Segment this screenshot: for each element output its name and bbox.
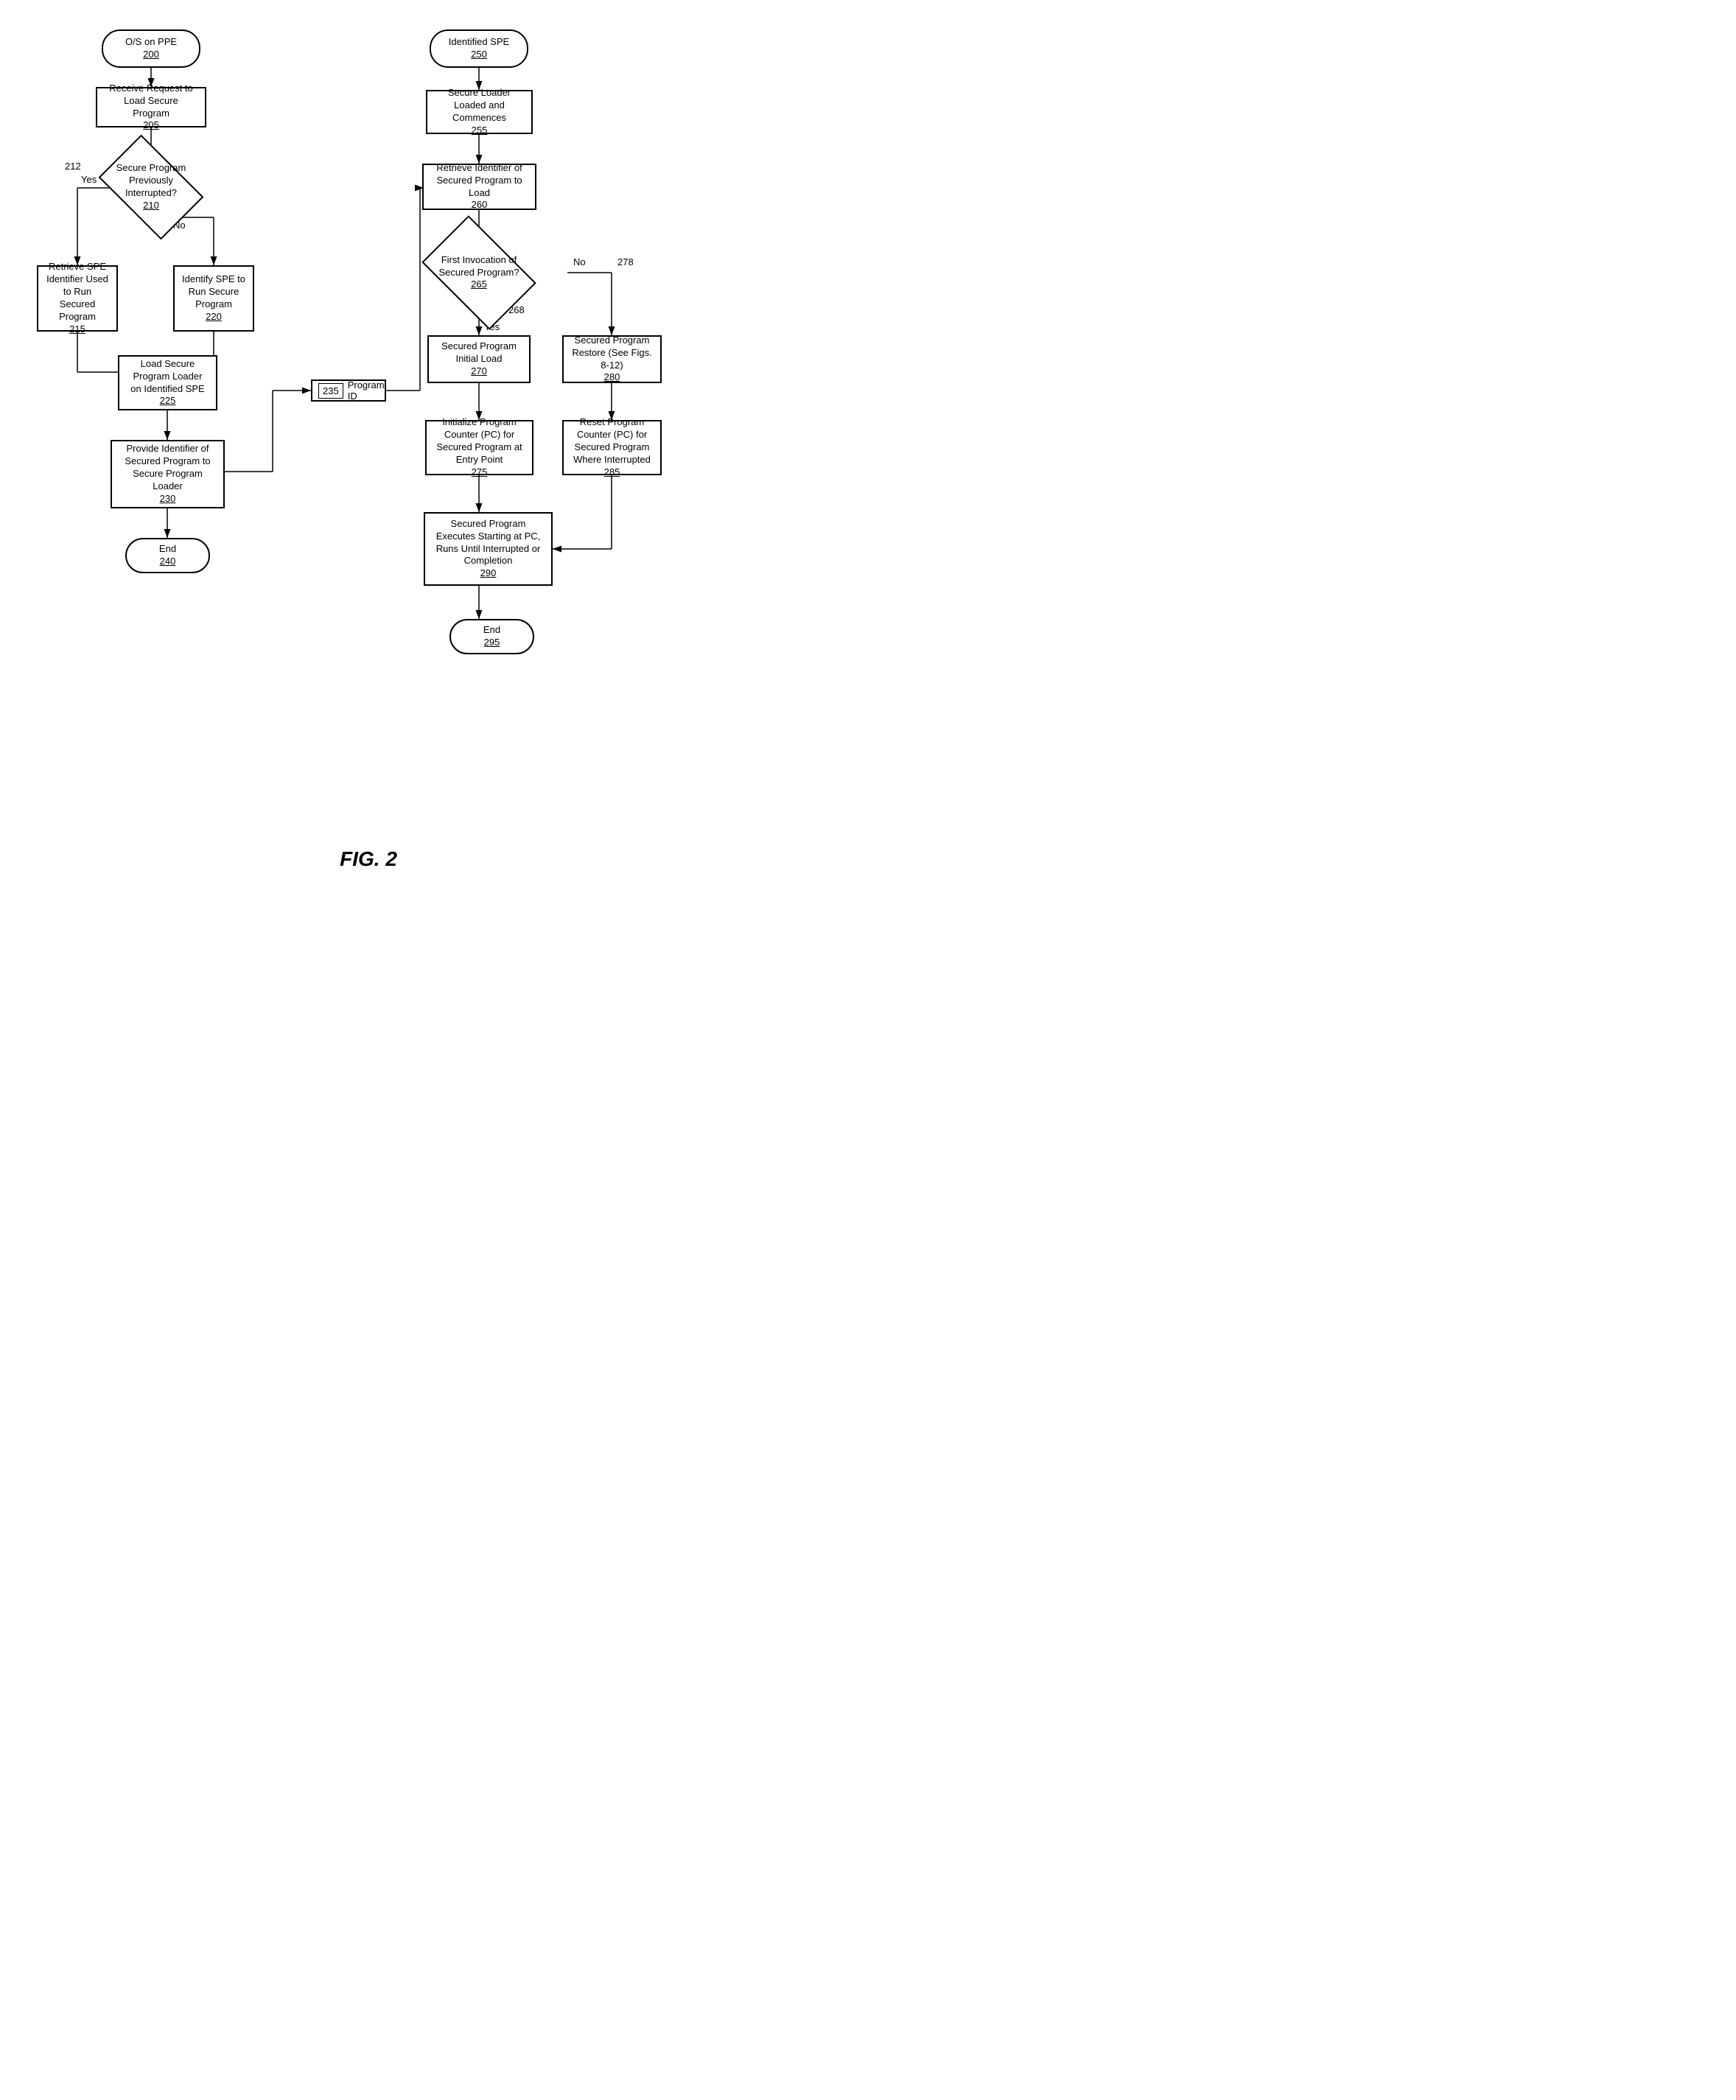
node-285: Reset Program Counter (PC) for Secured P… <box>562 420 662 475</box>
svg-text:212: 212 <box>65 161 81 172</box>
node-210: Secure Program Previously Interrupted? 2… <box>107 157 195 217</box>
figure-caption: FIG. 2 <box>22 847 715 871</box>
node-255: Secure Loader Loaded and Commences 255 <box>426 90 533 134</box>
program-id-number: 235 <box>318 383 343 399</box>
program-id-box: 235 Program ID <box>311 379 386 402</box>
node-250: Identified SPE 250 <box>430 29 528 68</box>
program-id-label: Program ID <box>348 379 385 402</box>
svg-text:Yes: Yes <box>81 174 97 185</box>
node-205: Receive Request to Load Secure Program 2… <box>96 87 206 127</box>
node-220: Identify SPE to Run Secure Program 220 <box>173 265 254 332</box>
node-230: Provide Identifier of Secured Program to… <box>111 440 225 508</box>
node-200: O/S on PPE 200 <box>102 29 200 68</box>
node-240: End 240 <box>125 538 210 573</box>
svg-text:No: No <box>573 256 586 267</box>
node-215: Retrieve SPE Identifier Used to Run Secu… <box>37 265 118 332</box>
node-275: Initialize Program Counter (PC) for Secu… <box>425 420 533 475</box>
node-225: Load Secure Program Loader on Identified… <box>118 355 217 410</box>
svg-text:278: 278 <box>617 256 634 267</box>
node-295: End 295 <box>449 619 534 654</box>
decision-text-265: First Invocation of Secured Program? 265 <box>431 251 527 295</box>
node-290: Secured Program Executes Starting at PC,… <box>424 512 553 586</box>
node-265: First Invocation of Secured Program? 265 <box>431 239 527 306</box>
flowchart-diagram: Yes No 212 218 Yes No 268 278 O/S on PPE… <box>22 22 715 833</box>
node-280: Secured Program Restore (See Figs. 8-12)… <box>562 335 662 383</box>
node-260: Retrieve Identifier of Secured Program t… <box>422 164 536 210</box>
decision-text-210: Secure Program Previously Interrupted? 2… <box>107 158 195 216</box>
node-270: Secured Program Initial Load 270 <box>427 335 531 383</box>
